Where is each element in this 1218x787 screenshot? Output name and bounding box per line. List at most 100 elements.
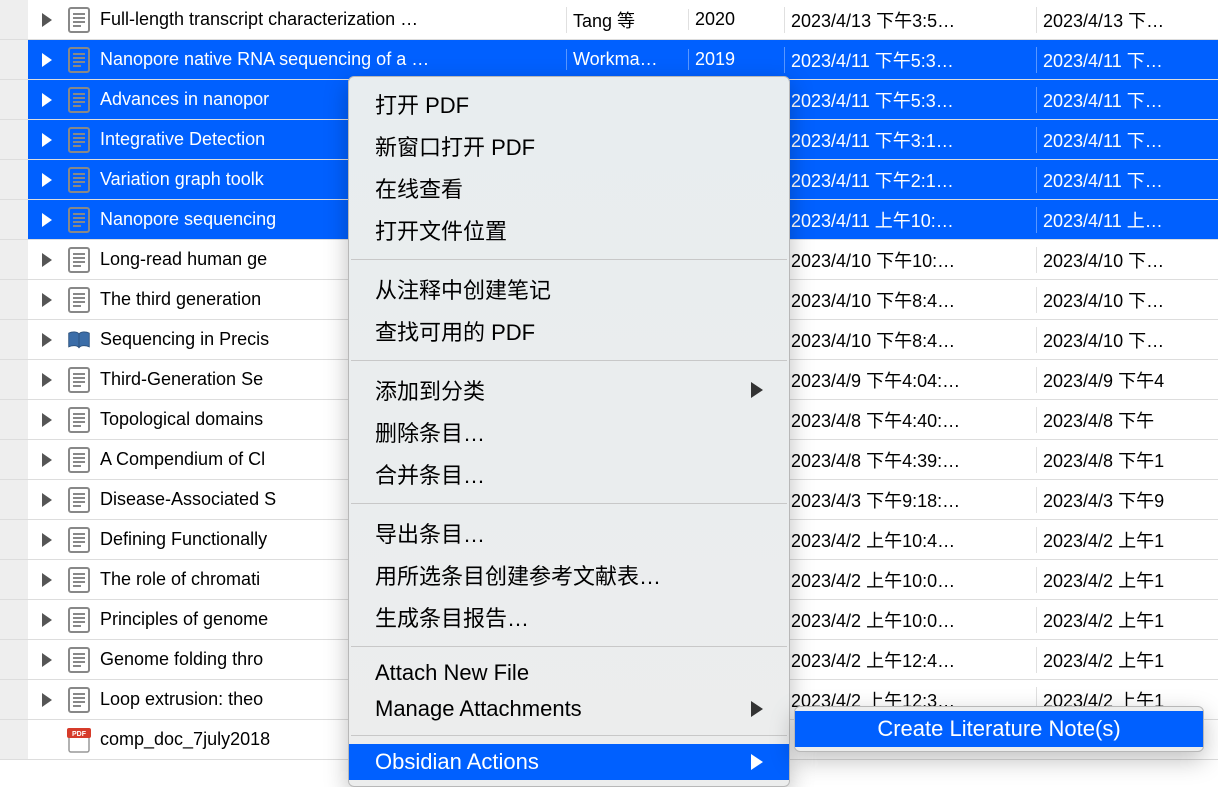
menu-item-label: 合并条目… <box>375 458 485 490</box>
pdf-icon <box>62 726 96 754</box>
menu-separator <box>351 503 787 504</box>
item-title: Full-length transcript characterization … <box>96 9 566 30</box>
gutter <box>0 440 28 479</box>
menu-item-label: 用所选条目创建参考文献表… <box>375 559 661 591</box>
gutter <box>0 560 28 599</box>
item-date-modified: 2023/4/10 下… <box>1036 327 1218 353</box>
table-row[interactable]: Full-length transcript characterization … <box>0 0 1218 40</box>
menu-item-label: Obsidian Actions <box>375 749 539 775</box>
menu-item[interactable]: 生成条目报告… <box>349 596 789 638</box>
disclosure-triangle-icon[interactable] <box>42 213 52 227</box>
disclosure-triangle-icon[interactable] <box>42 413 52 427</box>
document-icon <box>62 686 96 714</box>
disclosure-triangle-icon[interactable] <box>42 253 52 267</box>
item-date-modified: 2023/4/2 上午1 <box>1036 527 1218 553</box>
disclosure-triangle-icon[interactable] <box>42 333 52 347</box>
submenu-item[interactable]: Create Literature Note(s) <box>795 711 1203 747</box>
item-author: Tang 等 <box>566 7 688 33</box>
menu-item-label: 添加到分类 <box>375 374 485 406</box>
disclosure-triangle-icon[interactable] <box>42 93 52 107</box>
gutter <box>0 280 28 319</box>
disclosure-triangle-icon[interactable] <box>42 453 52 467</box>
item-date-added: 2023/4/3 下午9:18:… <box>784 487 1036 513</box>
item-date-added: 2023/4/11 下午5:3… <box>784 47 1036 73</box>
menu-item[interactable]: 新窗口打开 PDF <box>349 125 789 167</box>
menu-item[interactable]: 导出条目… <box>349 512 789 554</box>
item-date-modified: 2023/4/8 下午1 <box>1036 447 1218 473</box>
menu-item[interactable]: 打开文件位置 <box>349 209 789 251</box>
disclosure-triangle-icon[interactable] <box>42 293 52 307</box>
item-date-modified: 2023/4/11 下… <box>1036 47 1218 73</box>
menu-item[interactable]: 打开 PDF <box>349 83 789 125</box>
menu-separator <box>351 259 787 260</box>
document-icon <box>62 446 96 474</box>
item-date-modified: 2023/4/8 下午 <box>1036 407 1218 433</box>
submenu-item-label: Create Literature Note(s) <box>877 716 1120 742</box>
disclosure-triangle-icon[interactable] <box>42 613 52 627</box>
document-icon <box>62 646 96 674</box>
disclosure-triangle-icon[interactable] <box>42 533 52 547</box>
gutter <box>0 160 28 199</box>
item-date-modified: 2023/4/11 下… <box>1036 87 1218 113</box>
menu-item-label: 新窗口打开 PDF <box>375 130 535 162</box>
menu-item[interactable]: 添加到分类 <box>349 369 789 411</box>
context-menu[interactable]: 打开 PDF 新窗口打开 PDF 在线查看打开文件位置从注释中创建笔记查找可用的 P… <box>348 76 790 787</box>
disclosure-triangle-icon[interactable] <box>42 573 52 587</box>
menu-item[interactable]: Manage Attachments <box>349 691 789 727</box>
item-date-added: 2023/4/11 上午10:… <box>784 207 1036 233</box>
item-date-modified: 2023/4/2 上午1 <box>1036 647 1218 673</box>
item-date-modified: 2023/4/10 下… <box>1036 287 1218 313</box>
item-date-modified: 2023/4/3 下午9 <box>1036 487 1218 513</box>
gutter <box>0 520 28 559</box>
menu-item-label: Attach New File <box>375 660 529 686</box>
item-date-modified: 2023/4/11 下… <box>1036 167 1218 193</box>
item-date-added: 2023/4/10 下午8:4… <box>784 287 1036 313</box>
gutter <box>0 600 28 639</box>
menu-item-label: 打开文件位置 <box>375 214 507 246</box>
gutter <box>0 0 28 39</box>
disclosure-triangle-icon[interactable] <box>42 173 52 187</box>
menu-item-label: 查找可用的 PDF <box>375 315 535 347</box>
menu-item-label: 从注释中创建笔记 <box>375 273 551 305</box>
menu-item[interactable]: 合并条目… <box>349 453 789 495</box>
item-date-added: 2023/4/2 上午10:4… <box>784 527 1036 553</box>
disclosure-triangle-icon[interactable] <box>42 133 52 147</box>
document-icon <box>62 486 96 514</box>
disclosure-triangle-icon[interactable] <box>42 653 52 667</box>
menu-item-label: Manage Attachments <box>375 696 582 722</box>
item-date-modified: 2023/4/10 下… <box>1036 247 1218 273</box>
item-date-added: 2023/4/13 下午3:5… <box>784 7 1036 33</box>
item-date-modified: 2023/4/2 上午1 <box>1036 567 1218 593</box>
disclosure-triangle-icon[interactable] <box>42 493 52 507</box>
disclosure-triangle-icon[interactable] <box>42 53 52 67</box>
disclosure-triangle-icon[interactable] <box>42 13 52 27</box>
menu-item[interactable]: 在线查看 <box>349 167 789 209</box>
document-icon <box>62 166 96 194</box>
menu-item-label: 打开 PDF <box>375 88 469 120</box>
item-date-added: 2023/4/8 下午4:39:… <box>784 447 1036 473</box>
gutter <box>0 320 28 359</box>
menu-item[interactable]: Attach New File <box>349 655 789 691</box>
submenu-arrow-icon <box>751 701 763 717</box>
menu-item[interactable]: Obsidian Actions <box>349 744 789 780</box>
menu-separator <box>351 360 787 361</box>
item-year: 2020 <box>688 9 784 30</box>
gutter <box>0 480 28 519</box>
document-icon <box>62 86 96 114</box>
gutter <box>0 240 28 279</box>
item-date-added: 2023/4/2 上午10:0… <box>784 567 1036 593</box>
disclosure-triangle-icon[interactable] <box>42 693 52 707</box>
document-icon <box>62 246 96 274</box>
table-row[interactable]: Nanopore native RNA sequencing of a …Wor… <box>0 40 1218 80</box>
obsidian-submenu[interactable]: Create Literature Note(s) <box>794 706 1204 752</box>
disclosure-triangle-icon[interactable] <box>42 373 52 387</box>
document-icon <box>62 526 96 554</box>
menu-item-label: 导出条目… <box>375 517 485 549</box>
menu-item[interactable]: 用所选条目创建参考文献表… <box>349 554 789 596</box>
menu-item[interactable]: 删除条目… <box>349 411 789 453</box>
item-date-modified: 2023/4/11 下… <box>1036 127 1218 153</box>
gutter <box>0 200 28 239</box>
menu-item[interactable]: 从注释中创建笔记 <box>349 268 789 310</box>
menu-item[interactable]: 查找可用的 PDF <box>349 310 789 352</box>
document-icon <box>62 206 96 234</box>
